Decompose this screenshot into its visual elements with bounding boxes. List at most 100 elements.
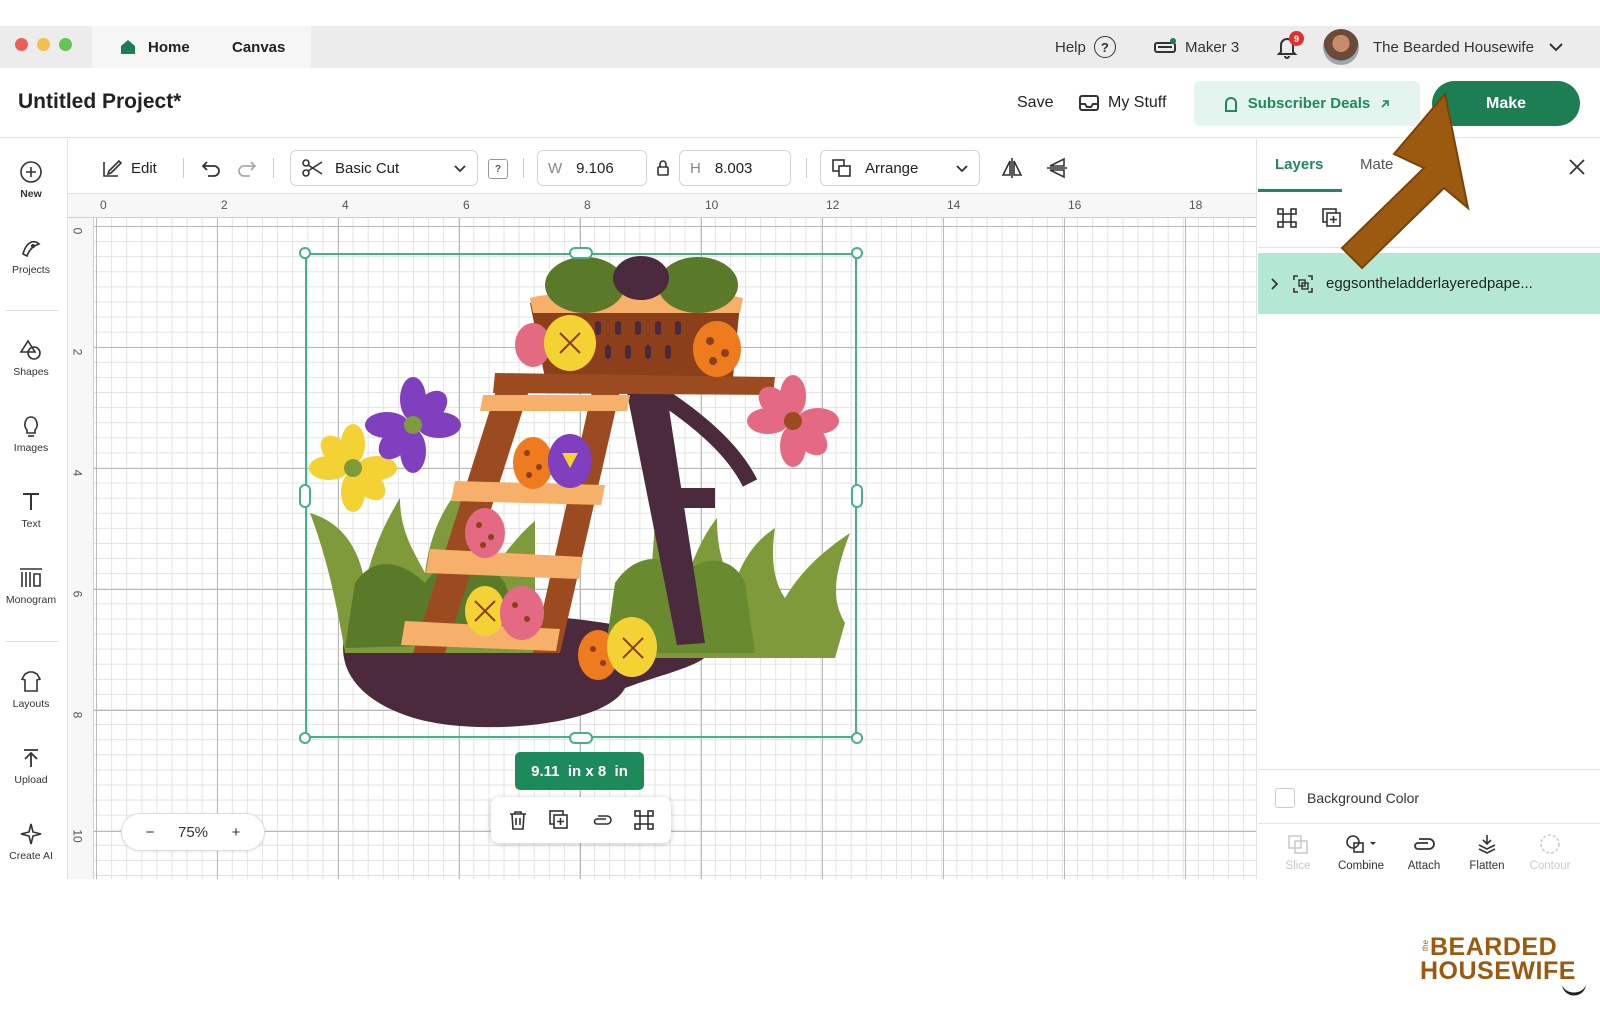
tab-home[interactable]: Home (92, 26, 216, 68)
arrange-dropdown[interactable]: Arrange (820, 150, 980, 186)
background-color-toggle[interactable]: Background Color (1275, 788, 1419, 808)
operation-help-button[interactable]: ? (488, 159, 508, 179)
combine-icon (1344, 833, 1378, 855)
size-text: 9.11 in x 8 in (531, 762, 628, 780)
sidebar-label: Upload (14, 774, 48, 786)
scissors-icon (301, 158, 325, 178)
save-button[interactable]: Save (1017, 88, 1053, 118)
pointer-arrow-overlay (1340, 91, 1470, 270)
projects-icon (19, 236, 43, 260)
contour-icon (1539, 833, 1561, 855)
edit-label: Edit (131, 159, 157, 177)
layouts-icon (19, 670, 43, 694)
notifications-button[interactable]: 9 (1276, 30, 1304, 64)
my-stuff-button[interactable]: My Stuff (1078, 88, 1166, 118)
lightbulb-icon (19, 414, 43, 438)
width-value: 9.106 (576, 159, 614, 177)
group-icon[interactable] (633, 809, 655, 831)
bell-icon: 9 (1276, 31, 1304, 59)
height-field[interactable]: H 8.003 (679, 150, 791, 186)
flatten-label: Flatten (1469, 860, 1505, 872)
sidebar-item-upload[interactable]: Upload (0, 746, 62, 786)
sidebar-item-create-ai[interactable]: Create AI (0, 822, 62, 862)
slice-button[interactable]: Slice (1267, 833, 1329, 872)
close-window-dot[interactable] (15, 38, 28, 51)
machine-icon (1153, 37, 1177, 57)
sidebar-label: Shapes (13, 366, 49, 378)
resize-handle-bottom-left[interactable] (299, 732, 311, 744)
ruler-label: 6 (70, 590, 85, 598)
help-glyph: ? (494, 163, 502, 175)
group-layers-button[interactable] (1276, 207, 1298, 229)
operation-dropdown[interactable]: Basic Cut (290, 150, 478, 186)
flip-horizontal-button[interactable] (1000, 150, 1024, 186)
lock-aspect-button[interactable] (656, 150, 670, 186)
resize-handle-top-right[interactable] (851, 247, 863, 259)
combine-button[interactable]: Combine (1330, 833, 1392, 872)
combine-label: Combine (1337, 860, 1385, 872)
trash-icon[interactable] (507, 809, 529, 831)
toolbar-divider (806, 158, 807, 178)
selection-bounding-box[interactable] (305, 253, 857, 738)
sidebar-item-projects[interactable]: Projects (0, 236, 62, 276)
redo-button[interactable] (236, 150, 258, 186)
user-name: The Bearded Housewife (1373, 38, 1534, 56)
user-menu[interactable]: The Bearded Housewife (1323, 29, 1564, 65)
notification-badge: 9 (1289, 31, 1304, 46)
sidebar-item-images[interactable]: Images (0, 414, 62, 454)
tab-canvas[interactable]: Canvas (206, 26, 312, 68)
undo-icon (200, 158, 222, 178)
resize-handle-right[interactable] (851, 484, 863, 508)
ruler-vertical: 0 2 4 6 8 10 (68, 218, 94, 879)
active-tab-indicator (1258, 189, 1342, 192)
close-panel-button[interactable] (1568, 158, 1586, 176)
sidebar-item-monogram[interactable]: Monogram (0, 566, 62, 606)
sidebar-item-shapes[interactable]: Shapes (0, 338, 62, 378)
flip-vertical-button[interactable] (1045, 150, 1069, 186)
bearded-housewife-logo: the BEARDED HOUSEWIFE (1420, 933, 1590, 1003)
minimize-window-dot[interactable] (37, 38, 50, 51)
sidebar-label: Text (21, 518, 41, 530)
maximize-window-dot[interactable] (59, 38, 72, 51)
chevron-down-icon (955, 164, 969, 173)
attach-icon[interactable] (590, 812, 614, 828)
selection-action-bar (491, 797, 671, 843)
project-title[interactable]: Untitled Project* (18, 90, 181, 114)
ruler-label: 16 (1068, 198, 1082, 212)
zoom-out-button[interactable]: − (146, 824, 155, 841)
edit-button[interactable]: Edit (101, 150, 157, 186)
resize-handle-top[interactable] (569, 247, 593, 259)
sidebar-label: Layouts (12, 698, 50, 710)
chevron-right-icon[interactable] (1270, 277, 1280, 291)
background-checkbox[interactable] (1275, 788, 1295, 808)
ruler-label: 12 (826, 198, 840, 212)
arrange-icon (831, 158, 853, 178)
slice-icon (1286, 833, 1310, 855)
resize-handle-bottom-right[interactable] (851, 732, 863, 744)
sparkle-icon (19, 822, 43, 846)
contour-button[interactable]: Contour (1519, 833, 1581, 872)
toolbar-divider (273, 158, 274, 178)
undo-button[interactable] (200, 150, 222, 186)
attach-button[interactable]: Attach (1393, 833, 1455, 872)
zoom-in-button[interactable]: + (232, 824, 241, 841)
help-button[interactable]: Help ? (1055, 30, 1116, 64)
selection-size-label: 9.11 in x 8 in (515, 752, 644, 790)
sidebar-item-new[interactable]: New (0, 160, 62, 200)
chevron-down-icon (453, 164, 467, 173)
resize-handle-bottom[interactable] (569, 732, 593, 744)
sidebar-item-layouts[interactable]: Layouts (0, 670, 62, 710)
width-field[interactable]: W 9.106 (537, 150, 647, 186)
ruler-label: 8 (584, 198, 591, 212)
tab-layers[interactable]: Layers (1275, 156, 1323, 173)
resize-handle-left[interactable] (299, 484, 311, 508)
flatten-button[interactable]: Flatten (1456, 833, 1518, 872)
resize-handle-top-left[interactable] (299, 247, 311, 259)
machine-selector[interactable]: Maker 3 (1153, 30, 1239, 64)
duplicate-icon[interactable] (548, 809, 570, 831)
sidebar-item-text[interactable]: Text (0, 490, 62, 530)
upload-icon (19, 746, 43, 770)
tab-canvas-label: Canvas (232, 38, 286, 56)
lock-icon (656, 160, 670, 176)
panel-divider (1258, 769, 1600, 770)
